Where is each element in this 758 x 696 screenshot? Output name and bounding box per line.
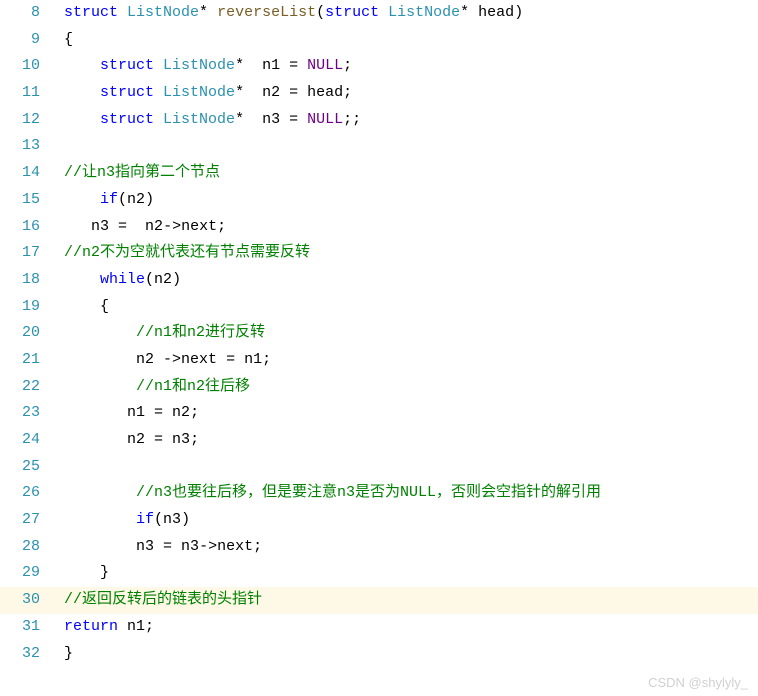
code-text[interactable]: if(n2): [62, 187, 154, 214]
code-line[interactable]: 27 if(n3): [0, 507, 758, 534]
code-line[interactable]: 9{: [0, 27, 758, 54]
code-line[interactable]: 13: [0, 133, 758, 160]
code-line[interactable]: 26 //n3也要往后移，但是要注意n3是否为NULL，否则会空指针的解引用: [0, 480, 758, 507]
code-text[interactable]: n1 = n2;: [62, 400, 199, 427]
code-line[interactable]: 24 n2 = n3;: [0, 427, 758, 454]
code-line[interactable]: 29 }: [0, 560, 758, 587]
line-number: 9: [0, 27, 52, 54]
line-number: 10: [0, 53, 52, 80]
code-line[interactable]: 30 //返回反转后的链表的头指针: [0, 587, 758, 614]
code-text[interactable]: struct ListNode* n3 = NULL;;: [62, 107, 361, 134]
code-line[interactable]: 18 while(n2): [0, 267, 758, 294]
code-line[interactable]: 23 n1 = n2;: [0, 400, 758, 427]
code-line[interactable]: 12 struct ListNode* n3 = NULL;;: [0, 107, 758, 134]
code-text[interactable]: struct ListNode* n2 = head;: [62, 80, 352, 107]
line-number: 20: [0, 320, 52, 347]
line-number: 16: [0, 214, 52, 241]
code-line[interactable]: 32}: [0, 641, 758, 668]
code-line[interactable]: 16 n3 = n2->next;: [0, 214, 758, 241]
code-line[interactable]: 21 n2 ->next = n1;: [0, 347, 758, 374]
line-number: 19: [0, 294, 52, 321]
line-number: 25: [0, 454, 52, 481]
line-number: 17: [0, 240, 52, 267]
code-text[interactable]: //让n3指向第二个节点: [62, 160, 220, 187]
line-number: 31: [0, 614, 52, 641]
line-number: 28: [0, 534, 52, 561]
line-number: 32: [0, 641, 52, 668]
code-line[interactable]: 17 //n2不为空就代表还有节点需要反转: [0, 240, 758, 267]
code-text[interactable]: struct ListNode* n1 = NULL;: [62, 53, 352, 80]
code-line[interactable]: 10 struct ListNode* n1 = NULL;: [0, 53, 758, 80]
code-text[interactable]: struct ListNode* reverseList(struct List…: [62, 0, 523, 27]
code-text[interactable]: n2 ->next = n1;: [62, 347, 271, 374]
line-number: 8: [0, 0, 52, 27]
code-line[interactable]: 15 if(n2): [0, 187, 758, 214]
code-line[interactable]: 28 n3 = n3->next;: [0, 534, 758, 561]
line-number: 23: [0, 400, 52, 427]
code-text[interactable]: //n1和n2进行反转: [62, 320, 265, 347]
code-text[interactable]: }: [62, 560, 109, 587]
line-number: 24: [0, 427, 52, 454]
line-number: 18: [0, 267, 52, 294]
line-number: 14: [0, 160, 52, 187]
code-text[interactable]: //n3也要往后移，但是要注意n3是否为NULL，否则会空指针的解引用: [62, 480, 601, 507]
code-text[interactable]: return n1;: [62, 614, 154, 641]
line-number: 22: [0, 374, 52, 401]
code-line[interactable]: 11 struct ListNode* n2 = head;: [0, 80, 758, 107]
code-line[interactable]: 25: [0, 454, 758, 481]
code-line[interactable]: 31 return n1;: [0, 614, 758, 641]
code-line[interactable]: 20 //n1和n2进行反转: [0, 320, 758, 347]
code-text[interactable]: n3 = n3->next;: [62, 534, 262, 561]
line-number: 26: [0, 480, 52, 507]
code-text[interactable]: if(n3): [62, 507, 190, 534]
code-text[interactable]: //n1和n2往后移: [62, 374, 250, 401]
code-text[interactable]: //n2不为空就代表还有节点需要反转: [62, 240, 310, 267]
code-text[interactable]: while(n2): [62, 267, 181, 294]
code-text[interactable]: n2 = n3;: [62, 427, 199, 454]
line-number: 15: [0, 187, 52, 214]
code-text[interactable]: }: [62, 641, 73, 668]
code-text[interactable]: //返回反转后的链表的头指针: [62, 587, 262, 614]
line-number: 30: [0, 587, 52, 614]
code-line[interactable]: 19 {: [0, 294, 758, 321]
code-editor[interactable]: 8 struct ListNode* reverseList(struct Lis…: [0, 0, 758, 667]
line-number: 13: [0, 133, 52, 160]
line-number: 29: [0, 560, 52, 587]
code-line[interactable]: 22 //n1和n2往后移: [0, 374, 758, 401]
watermark-label: CSDN @shylyly_: [648, 675, 748, 690]
line-number: 11: [0, 80, 52, 107]
code-text[interactable]: {: [62, 27, 73, 54]
code-text[interactable]: {: [62, 294, 109, 321]
line-number: 27: [0, 507, 52, 534]
code-line[interactable]: 8 struct ListNode* reverseList(struct Lis…: [0, 0, 758, 27]
code-text[interactable]: n3 = n2->next;: [62, 214, 226, 241]
line-number: 12: [0, 107, 52, 134]
line-number: 21: [0, 347, 52, 374]
code-line[interactable]: 14 //让n3指向第二个节点: [0, 160, 758, 187]
